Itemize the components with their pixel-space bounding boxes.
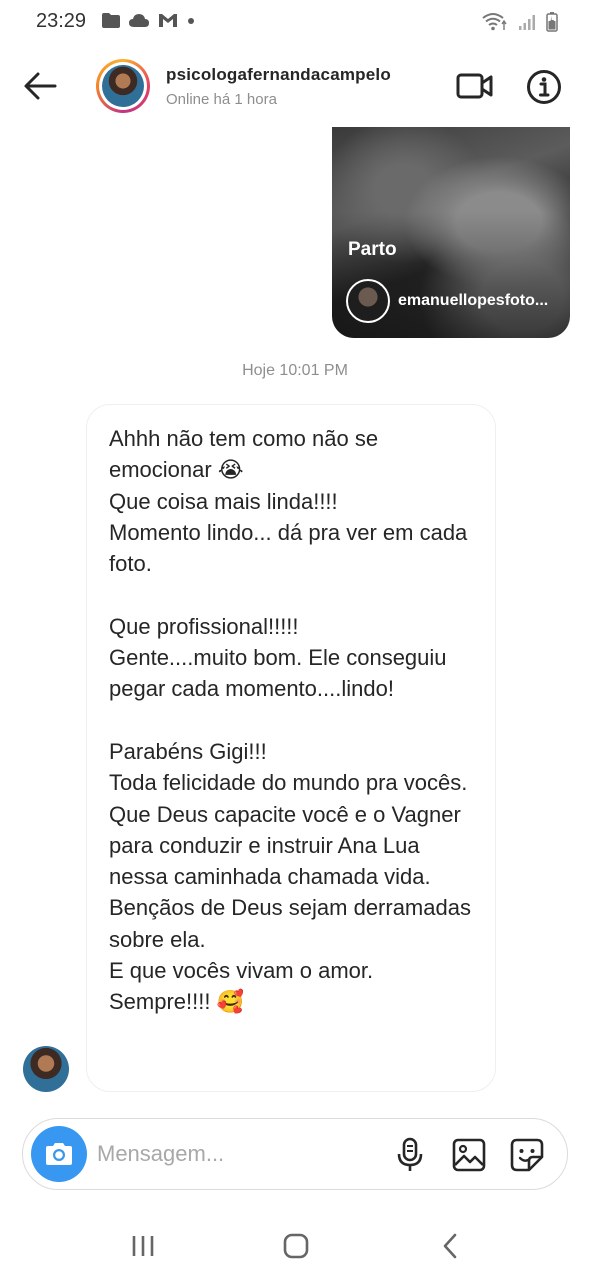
home-button[interactable] xyxy=(282,1232,310,1260)
signal-icon xyxy=(519,15,535,30)
shared-post[interactable]: Parto emanuellopesfoto... xyxy=(332,127,570,338)
home-icon xyxy=(283,1233,309,1259)
contact-username[interactable]: psicologafernandacampelo xyxy=(166,65,391,85)
back-button[interactable] xyxy=(22,70,58,102)
status-time: 23:29 xyxy=(36,10,87,32)
system-back-button[interactable] xyxy=(440,1232,460,1260)
video-call-button[interactable] xyxy=(456,70,494,102)
contact-avatar[interactable] xyxy=(96,59,150,113)
recent-apps-button[interactable] xyxy=(130,1234,156,1258)
message-timestamp: Hoje 10:01 PM xyxy=(242,362,348,379)
contact-status: Online há 1 hora xyxy=(166,91,277,108)
microphone-icon xyxy=(397,1137,423,1171)
wifi-icon xyxy=(482,13,507,31)
recents-icon xyxy=(132,1236,154,1256)
arrow-left-icon xyxy=(24,72,57,100)
sticker-button[interactable] xyxy=(509,1137,545,1173)
message-bubble[interactable]: Ahhh não tem como não se emocionar 😭 Que… xyxy=(86,404,496,1092)
image-icon xyxy=(452,1138,486,1172)
camera-button[interactable] xyxy=(31,1126,87,1182)
battery-icon xyxy=(546,12,558,32)
contact-photo xyxy=(102,65,144,107)
system-navigation-bar xyxy=(0,1210,590,1280)
status-right-icons xyxy=(482,12,558,32)
post-caption: Parto xyxy=(348,239,397,260)
dot-icon xyxy=(188,17,194,24)
status-left-icons xyxy=(102,13,195,28)
sender-avatar[interactable] xyxy=(23,1046,69,1092)
info-button[interactable] xyxy=(526,69,562,105)
message-text: Ahhh não tem como não se emocionar 😭 Que… xyxy=(109,426,471,1015)
status-bar: 23:29 xyxy=(0,0,590,44)
post-author-row[interactable]: emanuellopesfoto... xyxy=(346,279,548,323)
gmail-icon xyxy=(159,14,177,27)
video-camera-icon xyxy=(456,73,493,99)
gallery-button[interactable] xyxy=(451,1137,487,1173)
message-input[interactable] xyxy=(97,1133,377,1175)
post-author-name: emanuellopesfoto... xyxy=(398,292,549,309)
camera-icon xyxy=(46,1143,72,1165)
folder-icon xyxy=(102,13,120,28)
sticker-icon xyxy=(510,1138,544,1172)
voice-message-button[interactable] xyxy=(395,1137,425,1173)
post-author-avatar xyxy=(346,279,390,323)
info-icon xyxy=(527,70,561,104)
chat-header: psicologafernandacampelo Online há 1 hor… xyxy=(0,50,590,126)
chevron-left-icon xyxy=(443,1233,457,1259)
cloud-icon xyxy=(129,14,149,27)
message-composer xyxy=(22,1118,568,1190)
